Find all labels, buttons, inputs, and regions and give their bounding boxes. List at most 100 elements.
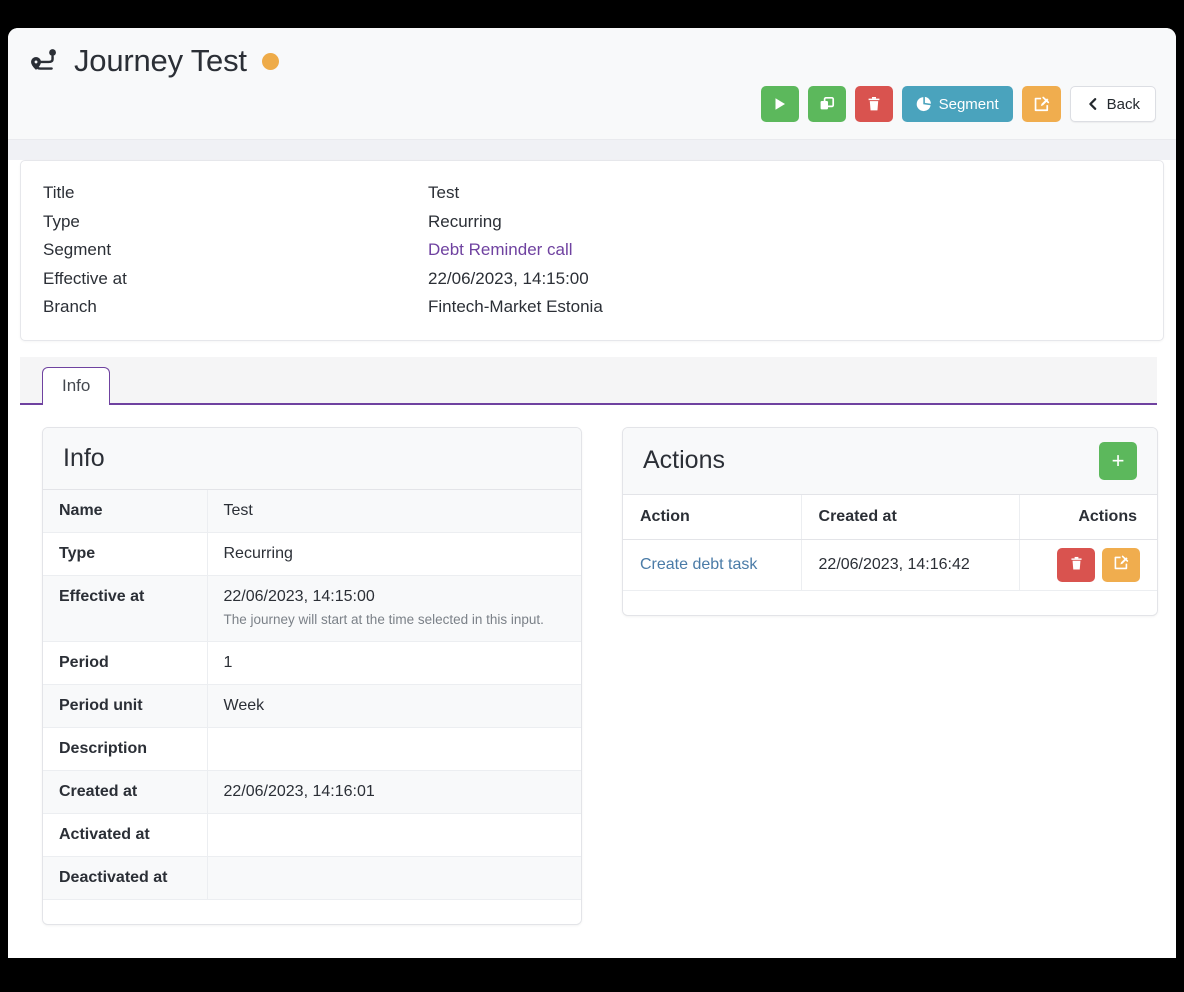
table-filler-cell	[43, 899, 207, 925]
info-row-value: 22/06/2023, 14:15:00 The journey will st…	[207, 575, 581, 643]
info-row-key: Period unit	[43, 684, 208, 729]
table-filler-cell	[1019, 590, 1157, 615]
info-row-key: Period	[43, 641, 208, 686]
info-row-key: Type	[43, 532, 208, 576]
delete-button[interactable]	[854, 86, 893, 123]
summary-label: Effective at	[43, 268, 127, 288]
summary-label: Branch	[43, 297, 97, 316]
action-buttons-cell	[1019, 539, 1157, 591]
action-created-at-cell: 22/06/2023, 14:16:42	[801, 539, 1020, 591]
segment-button[interactable]: Segment	[901, 86, 1013, 123]
info-row-hint: The journey will start at the time selec…	[223, 611, 544, 627]
edit-action-button[interactable]	[1102, 547, 1140, 582]
summary-value: Recurring	[428, 211, 502, 231]
info-row-value: Week	[207, 684, 581, 729]
header-toolbar: Segment Back	[28, 86, 1156, 123]
info-row-key: Activated at	[43, 813, 208, 858]
summary-row-title: Title Test	[43, 179, 1141, 208]
summary-value: Fintech-Market Estonia	[428, 297, 603, 316]
segment-button-label: Segment	[938, 95, 999, 113]
info-row-value	[207, 856, 581, 901]
status-badge	[261, 52, 279, 70]
chevron-left-icon	[1086, 97, 1100, 111]
title-row: Journey Test	[28, 43, 1156, 78]
header-gap-band	[8, 140, 1176, 160]
column-header-created-at: Created at	[801, 494, 1020, 540]
table-row: Period 1	[43, 641, 581, 686]
action-name-cell: Create debt task	[623, 539, 802, 591]
actions-card-title: Actions	[643, 446, 725, 474]
actions-card: Actions + Action Created at Actions Crea…	[622, 426, 1158, 616]
run-button[interactable]	[760, 86, 799, 123]
table-header-row: Action Created at Actions	[623, 494, 1157, 540]
page-title: Journey Test	[74, 43, 247, 78]
summary-row-effective-at: Effective at 22/06/2023, 14:15:00	[43, 265, 1141, 294]
info-row-key: Effective at	[43, 575, 208, 643]
table-filler-cell	[623, 590, 802, 615]
table-filler-row	[43, 899, 581, 925]
edit-pencil-icon	[1033, 96, 1050, 113]
back-button-label: Back	[1106, 95, 1140, 113]
summary-value: 22/06/2023, 14:15:00	[428, 268, 589, 288]
edit-button[interactable]	[1021, 86, 1061, 123]
summary-value: Test	[428, 183, 460, 202]
info-card-header: Info	[43, 427, 581, 490]
info-row-key: Created at	[43, 770, 208, 815]
info-row-value	[207, 727, 581, 772]
table-row: Type Recurring	[43, 532, 581, 576]
tab-strip: Info	[20, 356, 1157, 405]
route-icon	[28, 44, 62, 78]
edit-pencil-icon	[1113, 555, 1129, 574]
table-row: Description	[43, 727, 581, 772]
duplicate-button[interactable]	[807, 86, 846, 123]
add-action-button[interactable]: +	[1099, 441, 1137, 480]
actions-card-header: Actions +	[623, 427, 1157, 495]
table-filler-cell	[207, 899, 581, 925]
table-row: Name Test	[43, 489, 581, 533]
summary-label: Title	[43, 183, 75, 202]
table-row: Effective at 22/06/2023, 14:15:00 The jo…	[43, 575, 581, 643]
table-row: Period unit Week	[43, 684, 581, 729]
info-row-value: 1	[207, 641, 581, 686]
column-header-action: Action	[623, 494, 802, 540]
trash-icon	[866, 96, 882, 112]
delete-action-button[interactable]	[1057, 547, 1095, 582]
summary-label: Type	[43, 211, 80, 231]
table-row: Deactivated at	[43, 856, 581, 901]
content-area: Info Name Test Type Recurring Effective …	[8, 405, 1176, 926]
actions-table: Action Created at Actions Create debt ta…	[623, 494, 1157, 615]
table-filler-cell	[801, 590, 1020, 615]
table-filler-row	[623, 590, 1157, 615]
trash-icon	[1069, 556, 1084, 574]
info-row-key: Deactivated at	[43, 856, 208, 901]
plus-icon: +	[1111, 447, 1125, 473]
table-row: Create debt task 22/06/2023, 14:16:42	[623, 539, 1157, 591]
table-row: Activated at	[43, 813, 581, 858]
info-row-value: 22/06/2023, 14:16:01	[207, 770, 581, 815]
table-row: Created at 22/06/2023, 14:16:01	[43, 770, 581, 815]
info-card-title: Info	[63, 443, 105, 472]
play-icon	[772, 96, 788, 112]
back-button[interactable]: Back	[1069, 86, 1156, 123]
info-card: Info Name Test Type Recurring Effective …	[42, 426, 582, 926]
segment-link[interactable]: Debt Reminder call	[428, 240, 573, 259]
tab-info[interactable]: Info	[42, 366, 111, 405]
action-link[interactable]: Create debt task	[640, 556, 757, 573]
row-action-buttons	[1057, 547, 1140, 582]
info-row-value	[207, 813, 581, 858]
app-window: Journey Test Segment Back Title Test Typ…	[8, 28, 1176, 958]
info-row-value: Test	[207, 489, 581, 533]
pie-chart-icon	[916, 96, 932, 112]
copy-icon	[819, 96, 835, 112]
info-row-key: Name	[43, 489, 208, 533]
summary-row-segment: Segment Debt Reminder call	[43, 236, 1141, 265]
info-row-value: Recurring	[207, 532, 581, 576]
info-row-value-text: 22/06/2023, 14:15:00	[223, 587, 375, 605]
info-table: Name Test Type Recurring Effective at 22…	[43, 489, 581, 925]
summary-label: Segment	[43, 240, 112, 259]
column-header-actions: Actions	[1019, 494, 1157, 540]
summary-card: Title Test Type Recurring Segment Debt R…	[20, 160, 1164, 341]
info-row-key: Description	[43, 727, 208, 772]
summary-value: Debt Reminder call	[428, 236, 573, 265]
summary-row-type: Type Recurring	[43, 208, 1141, 237]
